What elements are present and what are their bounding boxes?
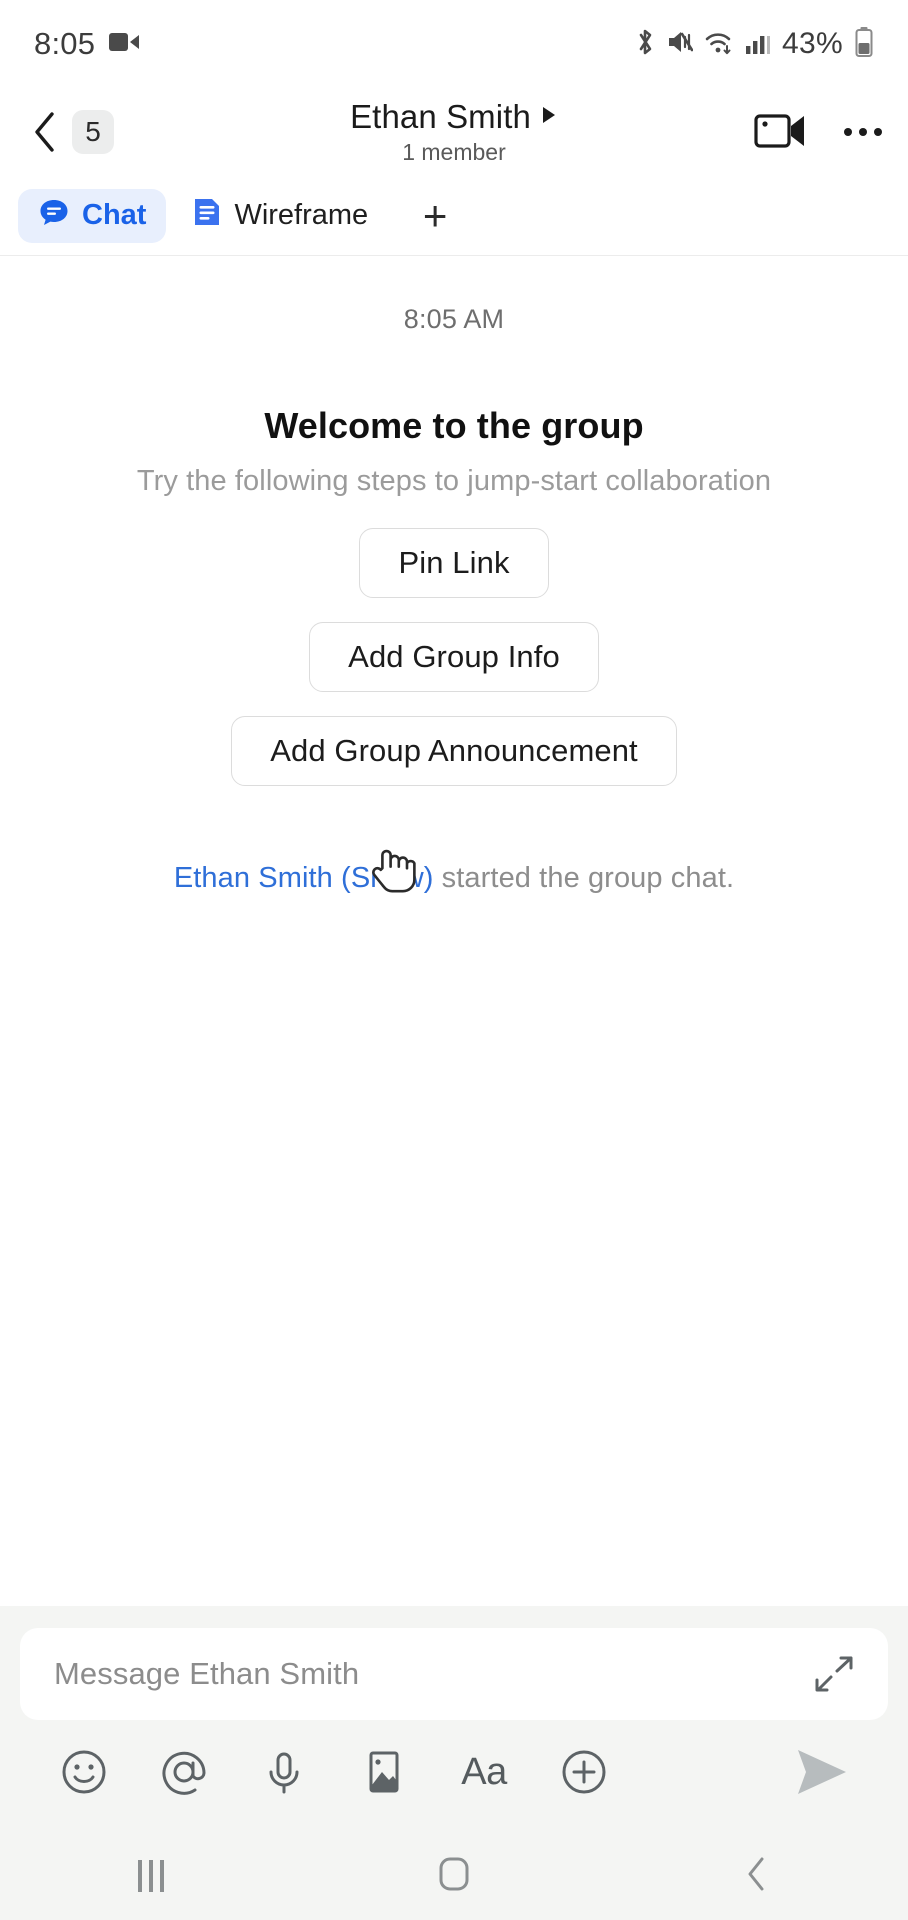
message-composer: Message Ethan Smith Aa	[0, 1606, 908, 1832]
welcome-block: Welcome to the group Try the following s…	[0, 405, 908, 498]
tab-wireframe-label: Wireframe	[234, 199, 369, 231]
chat-bubble-icon	[38, 196, 70, 236]
unread-count-badge[interactable]: 5	[72, 110, 114, 154]
battery-percent: 43%	[782, 27, 843, 60]
tab-chat-label: Chat	[82, 199, 147, 231]
welcome-title: Welcome to the group	[264, 405, 644, 446]
header-title-row[interactable]: Ethan Smith	[350, 98, 558, 136]
nav-recents-button[interactable]	[0, 1832, 303, 1920]
battery-icon	[854, 26, 874, 63]
expand-compose-icon[interactable]	[806, 1646, 862, 1702]
header-right-group	[754, 110, 882, 155]
home-icon	[435, 1855, 473, 1898]
bluetooth-icon	[634, 27, 656, 62]
system-message-actor: Ethan Smith (Snow)	[173, 862, 434, 894]
wifi-icon	[704, 28, 734, 61]
system-message-text: started the group chat.	[433, 862, 735, 894]
message-input-placeholder: Message Ethan Smith	[54, 1656, 360, 1691]
add-group-announcement-button[interactable]: Add Group Announcement	[231, 716, 677, 786]
tab-bar: Chat Wireframe +	[0, 176, 908, 256]
pin-link-button[interactable]: Pin Link	[359, 528, 549, 598]
document-icon	[192, 196, 222, 236]
chat-screen: 8:05 43% 5 Ethan Smith 1 member Chat Wir…	[0, 0, 908, 1920]
image-icon[interactable]	[334, 1729, 434, 1815]
page-title: Ethan Smith	[350, 98, 531, 135]
conversation-body: 8:05 AM Welcome to the group Try the fol…	[0, 256, 908, 1606]
chevron-right-icon	[540, 104, 558, 131]
timestamp-divider: 8:05 AM	[403, 304, 505, 334]
conversation-header: 5 Ethan Smith 1 member	[0, 88, 908, 176]
cellular-signal-icon	[745, 29, 771, 60]
plus-icon[interactable]	[534, 1729, 634, 1815]
mention-icon[interactable]	[134, 1729, 234, 1815]
system-message: Ethan Smith (Snow) started the group cha…	[0, 862, 908, 895]
nav-back-button[interactable]	[605, 1832, 908, 1920]
text-format-icon[interactable]: Aa	[434, 1729, 534, 1815]
header-left-group: 5	[28, 110, 114, 154]
message-input[interactable]: Message Ethan Smith	[20, 1628, 888, 1720]
nav-home-button[interactable]	[303, 1832, 606, 1920]
video-recording-icon	[109, 31, 140, 58]
more-options-icon[interactable]	[844, 128, 882, 136]
status-bar: 8:05 43%	[0, 0, 908, 88]
text-format-label: Aa	[461, 1750, 507, 1793]
welcome-subtitle: Try the following steps to jump-start co…	[136, 465, 772, 497]
tab-wireframe[interactable]: Wireframe	[172, 189, 388, 243]
status-bar-left: 8:05	[34, 26, 140, 62]
send-icon[interactable]	[770, 1729, 874, 1815]
member-count-label: 1 member	[402, 139, 506, 165]
video-call-icon[interactable]	[754, 110, 808, 155]
emoji-icon[interactable]	[34, 1729, 134, 1815]
suggested-actions: Pin Link Add Group Info Add Group Announ…	[0, 528, 908, 786]
android-nav-bar	[0, 1832, 908, 1920]
back-chevron-icon[interactable]	[28, 110, 62, 154]
status-bar-right: 43%	[634, 26, 874, 63]
add-tab-button[interactable]: +	[404, 188, 466, 244]
recent-apps-icon	[138, 1860, 165, 1892]
mute-icon	[667, 28, 694, 61]
tab-chat[interactable]: Chat	[18, 188, 167, 243]
composer-toolbar: Aa	[20, 1720, 888, 1824]
microphone-icon[interactable]	[234, 1729, 334, 1815]
status-time: 8:05	[34, 26, 96, 61]
back-icon	[744, 1855, 770, 1898]
add-group-info-button[interactable]: Add Group Info	[309, 622, 599, 692]
